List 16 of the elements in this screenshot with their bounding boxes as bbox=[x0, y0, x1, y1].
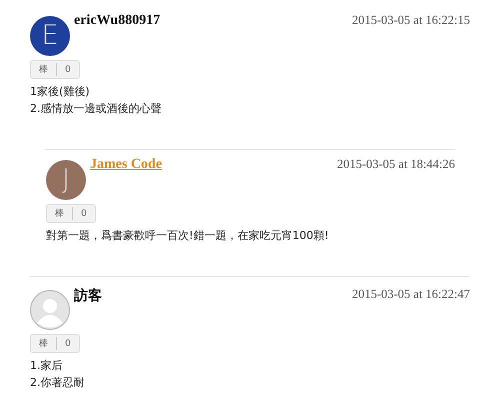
letter-avatar: J bbox=[46, 160, 86, 200]
author-name: 訪客 bbox=[74, 287, 102, 305]
comment-text: 1家後(雞後) bbox=[30, 84, 91, 100]
letter-avatar: E bbox=[30, 16, 70, 56]
author-name: ericWu880917 bbox=[74, 13, 160, 29]
comment-text: 2.感情放一邊或酒後的心聲 bbox=[30, 101, 162, 117]
comment-date: 2015-03-05 at 18:44:26 bbox=[336, 157, 455, 172]
avatar-icon bbox=[30, 290, 70, 330]
comment-text: 1.家后 bbox=[30, 358, 64, 374]
comment-text: 對第一題，爲書豪歡呼一百次!錯一題，在家吃元宵100顆! bbox=[46, 228, 330, 244]
like-button[interactable]: 棒 0 bbox=[46, 204, 96, 223]
like-button[interactable]: 棒 0 bbox=[30, 334, 80, 353]
comment-date: 2015-03-05 at 16:22:15 bbox=[352, 13, 470, 28]
comment-text: 2.你著忍耐 bbox=[30, 375, 86, 391]
like-button[interactable]: 棒 0 bbox=[30, 60, 80, 79]
comment-date: 2015-03-05 at 16:22:47 bbox=[352, 287, 470, 302]
